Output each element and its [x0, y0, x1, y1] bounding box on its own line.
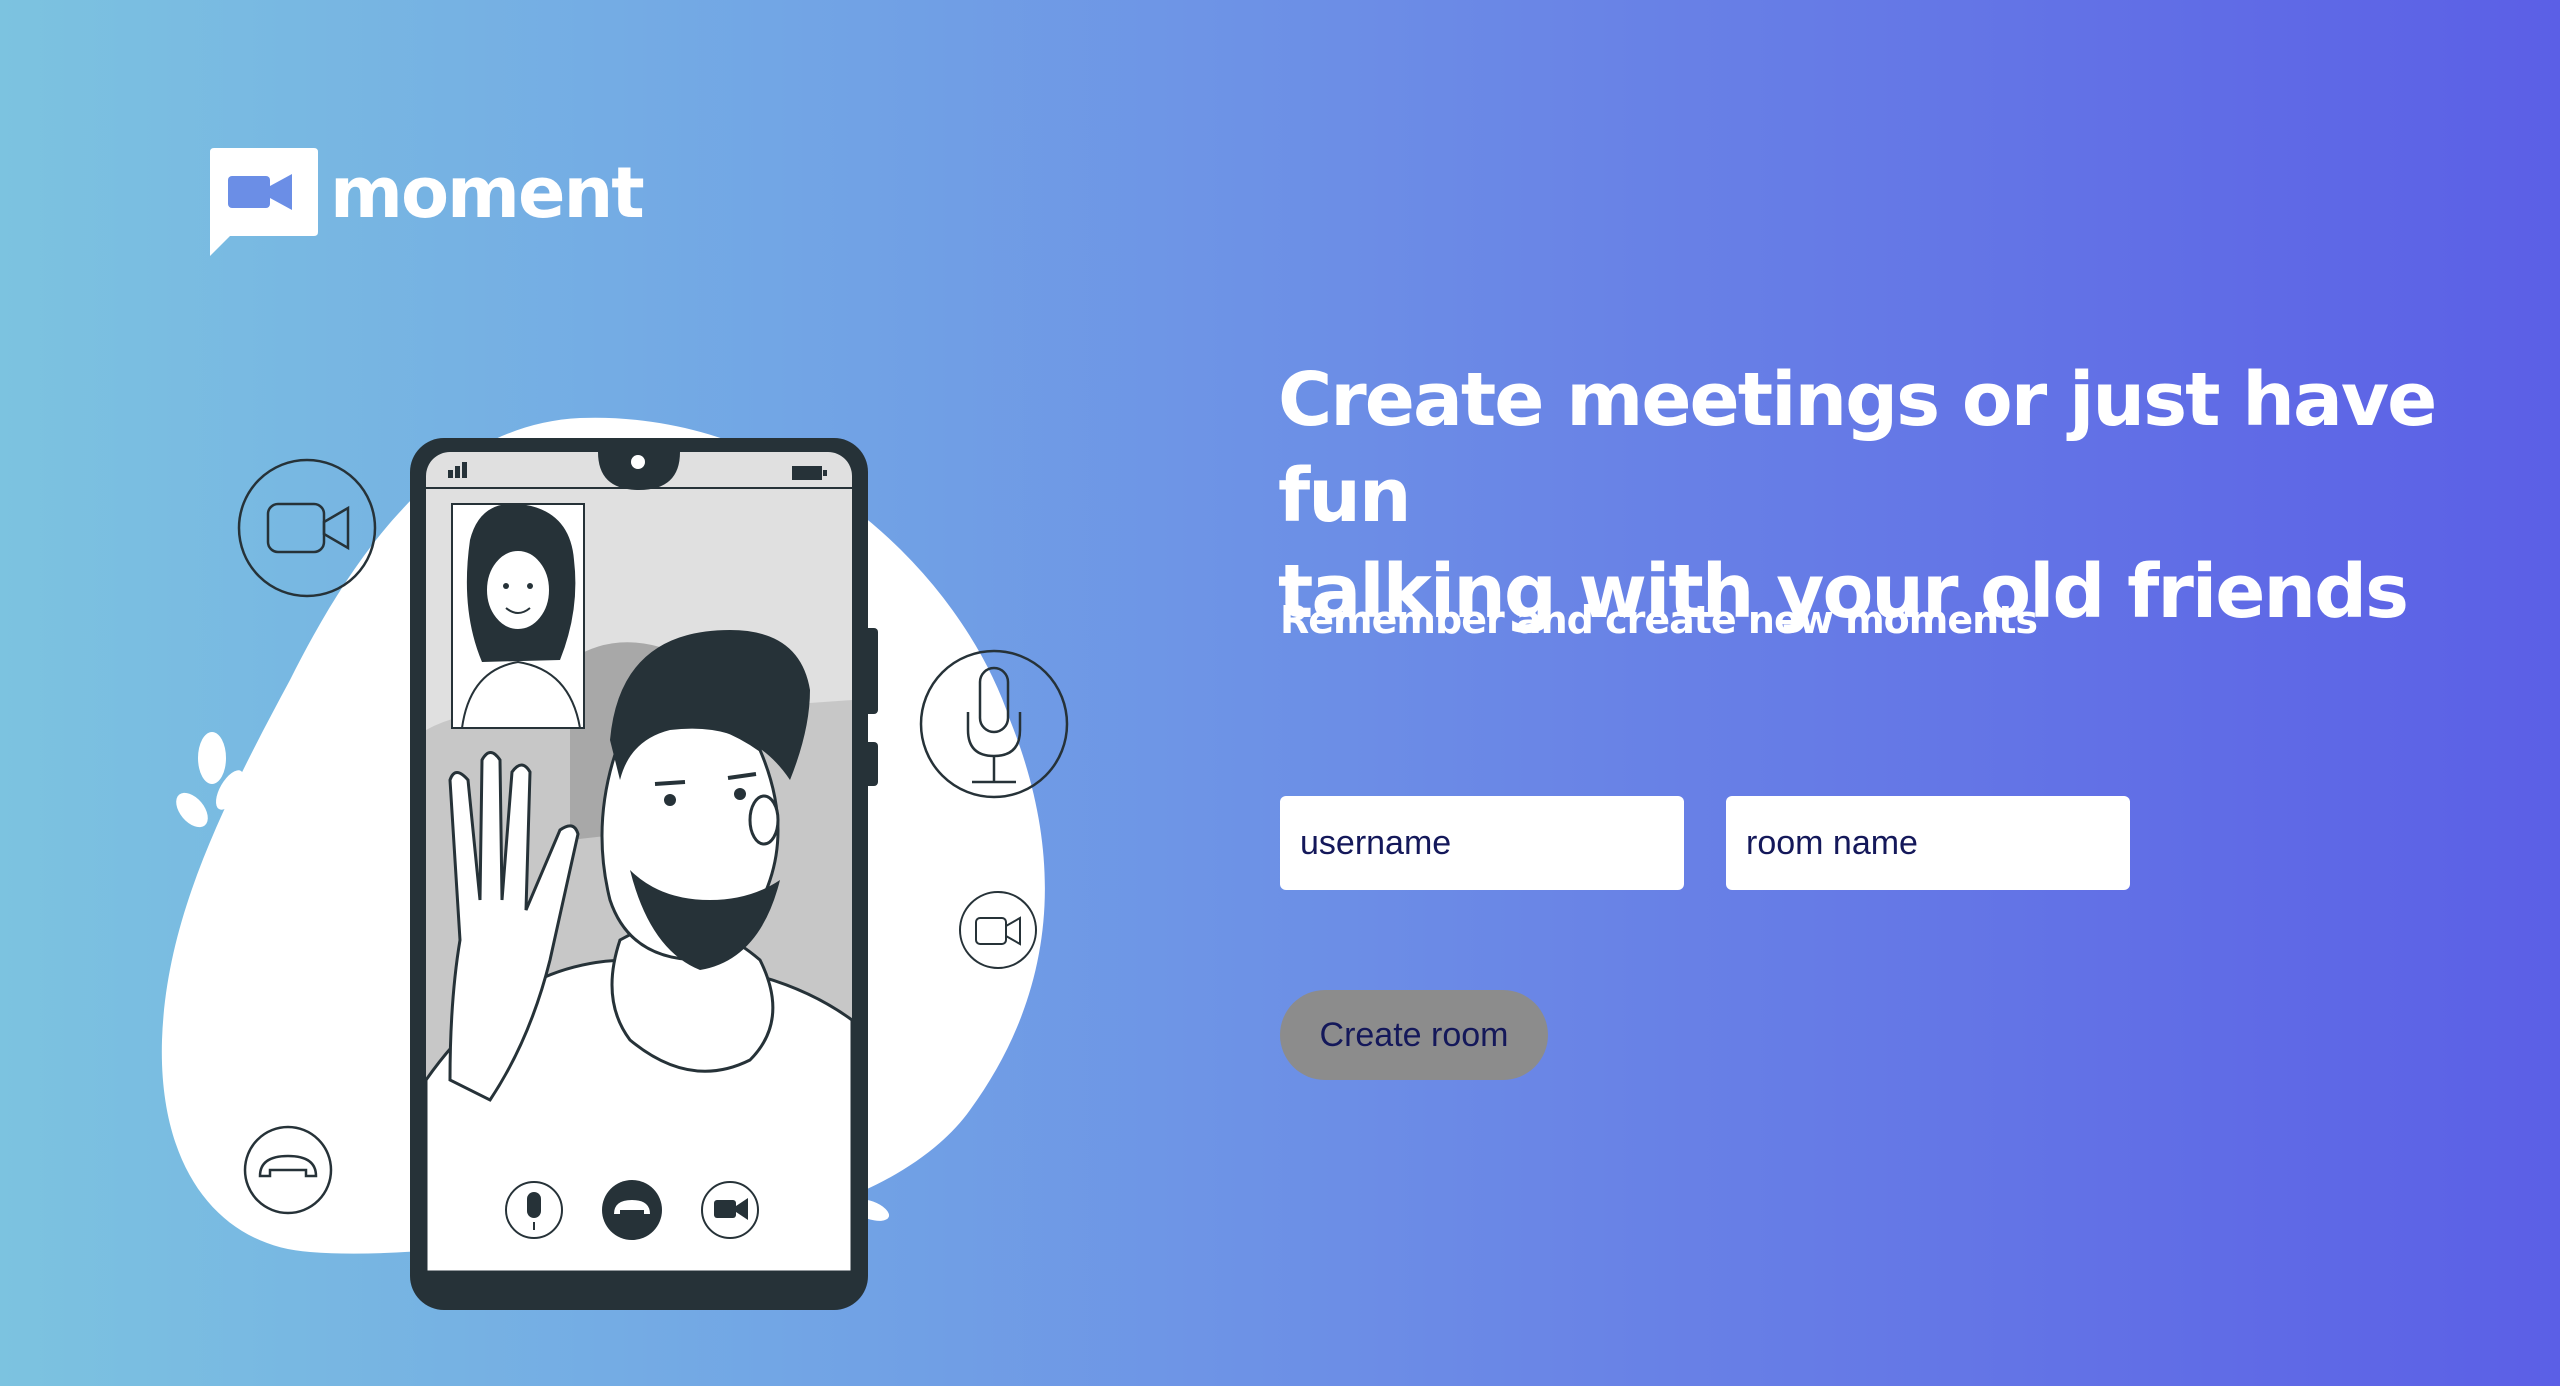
video-call-phone-illustration [161, 417, 1069, 1310]
phone-hang-up-button [602, 1180, 662, 1240]
brand-name: moment [330, 152, 645, 234]
brand-logo[interactable]: moment [208, 148, 645, 256]
username-input[interactable] [1280, 796, 1684, 890]
create-room-button[interactable]: Create room [1280, 990, 1548, 1080]
hero-headline: Create meetings or just have fun talking… [1278, 352, 2478, 640]
room-name-input[interactable] [1726, 796, 2130, 890]
hero-headline-line1: Create meetings or just have fun [1278, 357, 2437, 539]
phone-device [410, 438, 878, 1310]
battery-icon [792, 466, 827, 480]
video-camera-icon [237, 458, 377, 598]
hero-subline: Remember and create new moments [1280, 598, 2038, 642]
phone-mic-button [505, 1181, 563, 1239]
phone-video-button [701, 1181, 759, 1239]
video-chat-bubble-icon [210, 148, 318, 256]
